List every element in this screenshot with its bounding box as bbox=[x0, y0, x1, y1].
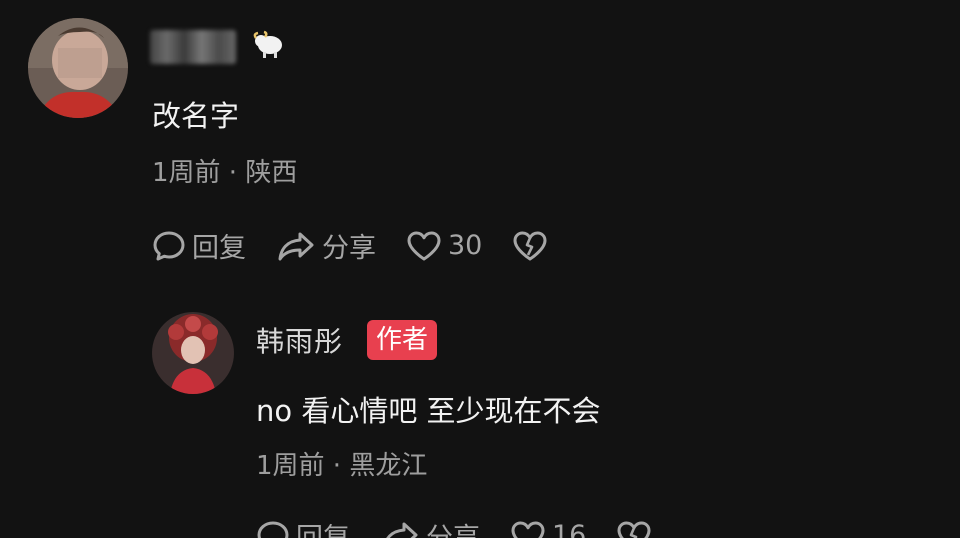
username-row bbox=[150, 30, 286, 64]
username-blurred bbox=[150, 30, 236, 64]
avatar[interactable] bbox=[28, 18, 128, 118]
comment-meta: 1周前 · 黑龙江 bbox=[256, 451, 428, 481]
broken-heart-icon bbox=[513, 231, 547, 260]
avatar[interactable] bbox=[152, 312, 234, 394]
username[interactable]: 韩雨彤 bbox=[256, 320, 343, 360]
dislike-button[interactable] bbox=[512, 230, 554, 262]
comment-actions: 回复 分享 30 bbox=[152, 226, 584, 265]
author-badge: 作者 bbox=[367, 320, 438, 360]
sheep-icon bbox=[252, 30, 286, 64]
share-icon bbox=[385, 522, 418, 538]
share-button[interactable]: 分享 bbox=[276, 226, 376, 265]
reply-icon bbox=[153, 231, 185, 260]
heart-icon bbox=[511, 521, 545, 538]
comment-text: 改名字 bbox=[152, 99, 240, 133]
heart-icon bbox=[407, 231, 441, 260]
comment-item: 改名字 1周前 · 陕西 回复 分享 30 bbox=[0, 0, 960, 290]
like-button[interactable]: 30 bbox=[406, 230, 482, 262]
share-label: 分享 bbox=[322, 233, 376, 264]
share-icon bbox=[278, 232, 314, 260]
reply-label: 回复 bbox=[296, 516, 350, 538]
reply-item: 韩雨彤 作者 no 看心情吧 至少现在不会 1周前 · 黑龙江 回复 分享 16 bbox=[0, 300, 960, 538]
like-count: 30 bbox=[448, 230, 483, 261]
reply-icon bbox=[257, 521, 289, 538]
reply-label: 回复 bbox=[192, 233, 246, 264]
share-label: 分享 bbox=[426, 516, 480, 538]
comment-text: no 看心情吧 至少现在不会 bbox=[256, 394, 601, 428]
broken-heart-icon bbox=[617, 521, 651, 538]
like-button[interactable]: 16 bbox=[510, 520, 586, 538]
username-row: 韩雨彤 作者 bbox=[256, 320, 438, 360]
username[interactable] bbox=[150, 30, 236, 64]
avatar-image bbox=[28, 18, 128, 118]
comment-meta: 1周前 · 陕西 bbox=[152, 158, 298, 188]
reply-button[interactable]: 回复 bbox=[152, 226, 246, 265]
avatar-image bbox=[152, 312, 234, 394]
dislike-button[interactable] bbox=[616, 520, 658, 538]
reply-button[interactable]: 回复 bbox=[256, 516, 350, 538]
comment-actions: 回复 分享 16 bbox=[256, 516, 688, 538]
share-button[interactable]: 分享 bbox=[380, 516, 480, 538]
like-count: 16 bbox=[552, 520, 587, 538]
